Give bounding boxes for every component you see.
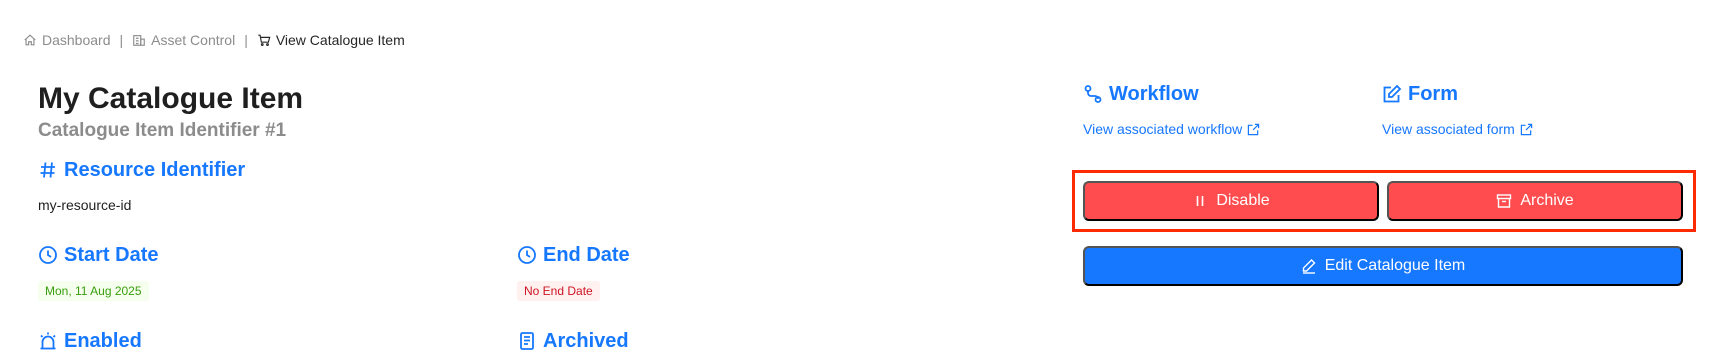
- breadcrumb-dashboard-label: Dashboard: [42, 32, 111, 48]
- disable-button[interactable]: Disable: [1083, 181, 1379, 221]
- breadcrumb-asset-control-label: Asset Control: [151, 32, 236, 48]
- breadcrumb-dashboard[interactable]: Dashboard: [23, 32, 111, 48]
- home-icon: [24, 34, 36, 46]
- archived-heading: Archived: [517, 328, 629, 354]
- archive-button[interactable]: Archive: [1387, 181, 1683, 221]
- page-title: My Catalogue Item: [38, 82, 304, 115]
- form-heading: Form: [1382, 81, 1458, 107]
- hash-icon: [40, 162, 55, 178]
- cart-icon: [258, 34, 271, 46]
- archive-label: Archive: [1520, 192, 1574, 209]
- edit-catalogue-item-button[interactable]: Edit Catalogue Item: [1083, 246, 1683, 286]
- building-icon: [133, 35, 145, 46]
- external-link-icon: [1520, 123, 1533, 135]
- archive-box-icon: [1497, 194, 1512, 208]
- end-date-tag: No End Date: [517, 281, 600, 301]
- enabled-title: Enabled: [64, 330, 142, 352]
- resource-identifier-title: Resource Identifier: [64, 159, 246, 181]
- clock-icon: [39, 246, 57, 264]
- breadcrumb: Dashboard | Asset Control | View Catalog…: [23, 31, 405, 49]
- view-form-link[interactable]: View associated form: [1382, 120, 1533, 138]
- start-date-title: Start Date: [64, 244, 159, 266]
- disable-label: Disable: [1216, 192, 1270, 209]
- breadcrumb-separator: |: [244, 32, 248, 48]
- archived-title: Archived: [543, 330, 629, 352]
- pause-icon: [1197, 196, 1204, 206]
- breadcrumb-asset-control[interactable]: Asset Control: [132, 32, 235, 48]
- view-workflow-link[interactable]: View associated workflow: [1083, 120, 1260, 138]
- enabled-heading: Enabled: [38, 328, 142, 354]
- edit-square-icon: [1383, 84, 1402, 103]
- view-workflow-label: View associated workflow: [1083, 121, 1243, 137]
- page-subtitle: Catalogue Item Identifier #1: [38, 120, 287, 141]
- resource-identifier-heading: Resource Identifier: [38, 157, 245, 183]
- workflow-heading: Workflow: [1083, 81, 1199, 107]
- clock-icon: [518, 246, 536, 264]
- workflow-title: Workflow: [1109, 83, 1199, 105]
- workflow-icon: [1084, 85, 1102, 103]
- resource-identifier-value: my-resource-id: [38, 197, 132, 213]
- view-form-label: View associated form: [1382, 121, 1515, 137]
- start-date-tag: Mon, 11 Aug 2025: [38, 281, 149, 301]
- edit-pencil-icon: [1302, 259, 1316, 274]
- external-link-icon: [1248, 123, 1260, 135]
- document-icon: [520, 332, 534, 350]
- alarm-icon: [40, 332, 56, 350]
- form-title: Form: [1408, 83, 1458, 105]
- breadcrumb-current: View Catalogue Item: [257, 32, 405, 48]
- start-date-heading: Start Date: [38, 242, 158, 268]
- breadcrumb-separator: |: [119, 32, 124, 48]
- end-date-heading: End Date: [517, 242, 630, 268]
- end-date-title: End Date: [543, 244, 630, 266]
- edit-catalogue-item-label: Edit Catalogue Item: [1324, 257, 1466, 274]
- breadcrumb-current-label: View Catalogue Item: [275, 32, 405, 48]
